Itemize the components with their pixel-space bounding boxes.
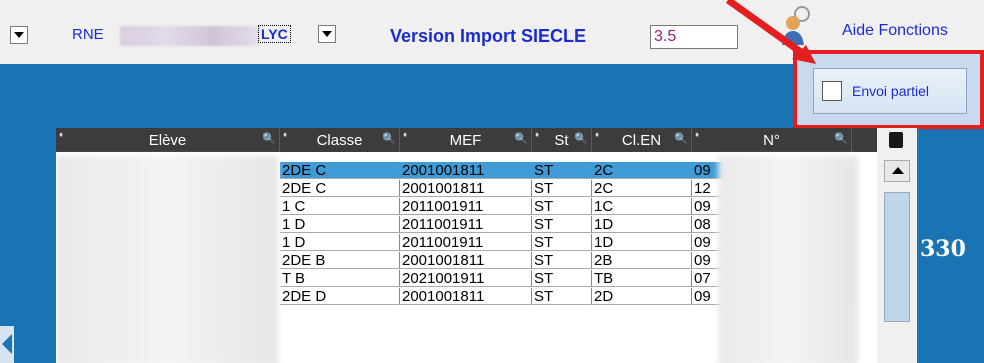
search-icon: 🔍 <box>262 133 276 145</box>
cell-classe: 1 D <box>280 234 400 251</box>
cell-mef: 2011001911 <box>400 216 532 233</box>
cell-mef: 2011001911 <box>400 198 532 215</box>
search-icon: 🔍 <box>674 133 688 145</box>
cell-mef: 2011001911 <box>400 234 532 251</box>
cell-st: ST <box>532 252 592 269</box>
cell-mef: 2001001811 <box>400 252 532 269</box>
cell-st: ST <box>532 162 592 179</box>
dropdown-arrow-icon[interactable] <box>10 26 28 44</box>
left-nav-button[interactable] <box>0 326 14 363</box>
col-header-mef[interactable]: ♦ MEF 🔍 <box>400 128 532 152</box>
rne-value-blurred <box>120 26 260 46</box>
cell-classe: 2DE C <box>280 180 400 197</box>
cell-mef: 2021001911 <box>400 270 532 287</box>
cell-clen: TB <box>592 270 692 287</box>
rne-label: RNE <box>72 26 104 43</box>
version-label: Version Import SIECLE <box>390 26 587 46</box>
search-icon: 🔍 <box>514 133 528 145</box>
search-icon: 🔍 <box>382 133 396 145</box>
record-count: 330 <box>920 236 966 262</box>
cell-st: ST <box>532 216 592 233</box>
col-header-numero[interactable]: ♦ N° 🔍 <box>692 128 852 152</box>
cell-clen: 1D <box>592 216 692 233</box>
cell-classe: T B <box>280 270 400 287</box>
cell-st: ST <box>532 198 592 215</box>
lyc-dropdown-arrow-icon[interactable] <box>318 25 336 43</box>
numero-values-blurred <box>718 156 858 363</box>
search-icon: 🔍 <box>834 133 848 145</box>
col-header-clen[interactable]: ♦ Cl.EN 🔍 <box>592 128 692 152</box>
scroll-up-button[interactable] <box>884 160 910 182</box>
cell-classe: 1 C <box>280 198 400 215</box>
cell-mef: 2001001811 <box>400 162 532 179</box>
col-header-classe[interactable]: ♦ Classe 🔍 <box>280 128 400 152</box>
lyc-field[interactable]: LYC <box>258 25 291 43</box>
cell-clen: 1D <box>592 234 692 251</box>
envoi-partiel-checkbox[interactable] <box>822 81 842 101</box>
grid-scrollbar[interactable] <box>877 128 917 363</box>
cell-st: ST <box>532 234 592 251</box>
cell-classe: 2DE B <box>280 252 400 269</box>
cell-classe: 1 D <box>280 216 400 233</box>
cell-clen: 1C <box>592 198 692 215</box>
cell-st: ST <box>532 180 592 197</box>
cell-mef: 2001001811 <box>400 288 532 305</box>
cell-st: ST <box>532 288 592 305</box>
cell-clen: 2C <box>592 162 692 179</box>
version-input[interactable]: 3.5 <box>650 25 738 49</box>
cell-st: ST <box>532 270 592 287</box>
col-header-st[interactable]: ♦ St 🔍 <box>532 128 592 152</box>
aide-fonctions-link[interactable]: Aide Fonctions <box>842 22 948 40</box>
cell-clen: 2B <box>592 252 692 269</box>
cell-classe: 2DE D <box>280 288 400 305</box>
col-header-eleve[interactable]: ♦ Elève 🔍 <box>56 128 280 152</box>
help-user-icon[interactable] <box>778 5 820 45</box>
search-icon: 🔍 <box>574 133 588 145</box>
eleves-grid: ♦ Elève 🔍 ♦ Classe 🔍 ♦ MEF 🔍 ♦ St 🔍 ♦ Cl.EN 🔍 ♦ N° 🔍… <box>56 128 888 363</box>
cell-mef: 2001001811 <box>400 180 532 197</box>
chevron-left-icon <box>2 334 12 354</box>
envoi-partiel-button[interactable]: Envoi partiel <box>813 68 967 114</box>
scroll-thumb[interactable] <box>884 192 910 322</box>
cell-classe: 2DE C <box>280 162 400 179</box>
envoi-partiel-label: Envoi partiel <box>852 83 930 99</box>
cell-clen: 2C <box>592 180 692 197</box>
trash-icon[interactable] <box>889 132 903 148</box>
cell-clen: 2D <box>592 288 692 305</box>
eleve-names-blurred <box>56 156 278 363</box>
